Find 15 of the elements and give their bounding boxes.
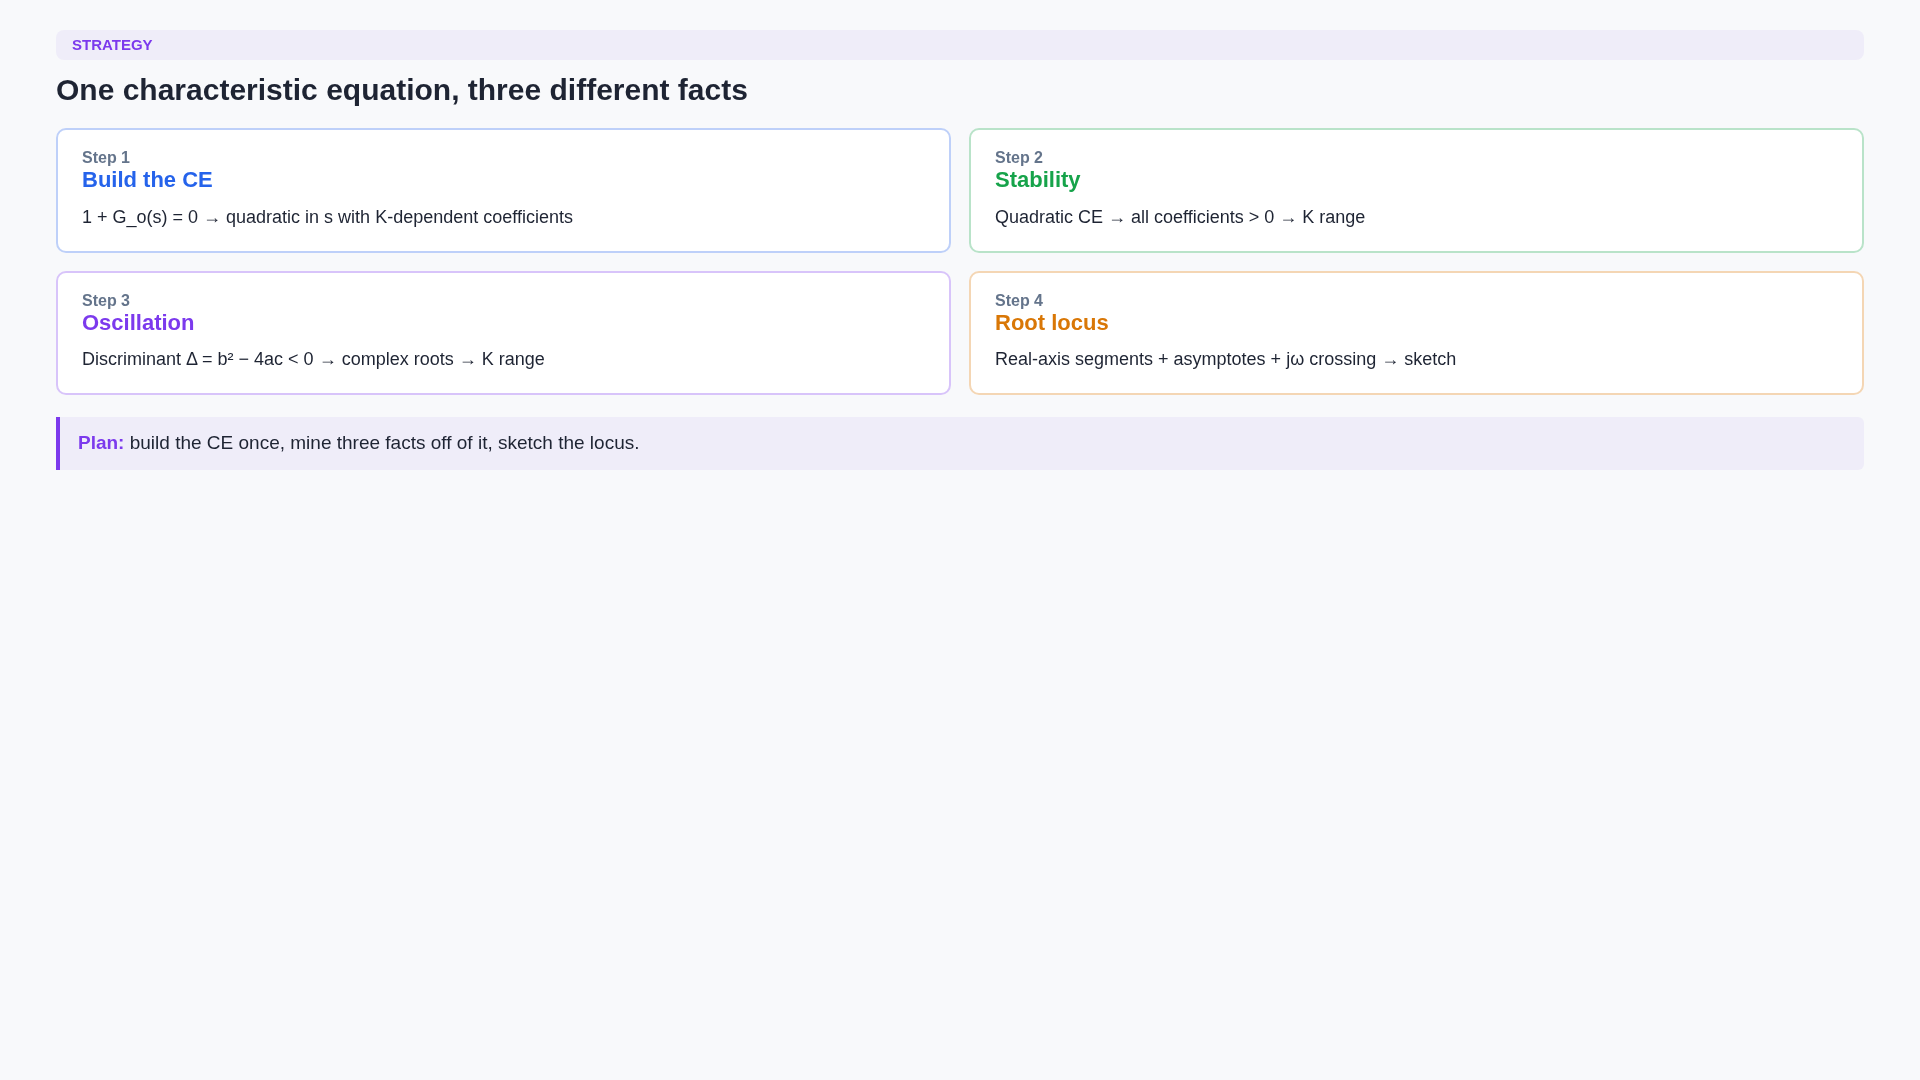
step-description: Real-axis segments + asymptotes + jω crossing → sketch bbox=[995, 348, 1458, 372]
plan-text: Plan: build the CE once, mine three facts off of it, sketch the locus. bbox=[78, 432, 640, 454]
step-title: Stability bbox=[995, 167, 1082, 194]
step-label: Step 1 bbox=[82, 148, 131, 168]
step-title: Build the CE bbox=[82, 167, 214, 194]
step-description: Discriminant Δ = b² − 4ac < 0 → complex roots → K range bbox=[82, 348, 546, 372]
step-description: 1 + G_o(s) = 0 → quadratic in s with K-dependent coefficients bbox=[82, 205, 574, 230]
step-title: Root locus bbox=[995, 309, 1110, 337]
step-description: Quadratic CE → all coefficients > 0 → K range bbox=[995, 205, 1367, 229]
step-label: Step 4 bbox=[995, 290, 1044, 310]
section-tag: STRATEGY bbox=[72, 33, 153, 57]
step-label: Step 2 bbox=[995, 148, 1044, 168]
step-label: Step 3 bbox=[82, 290, 131, 310]
step-title: Oscillation bbox=[82, 309, 196, 337]
page-title: One characteristic equation, three different facts bbox=[56, 72, 749, 108]
